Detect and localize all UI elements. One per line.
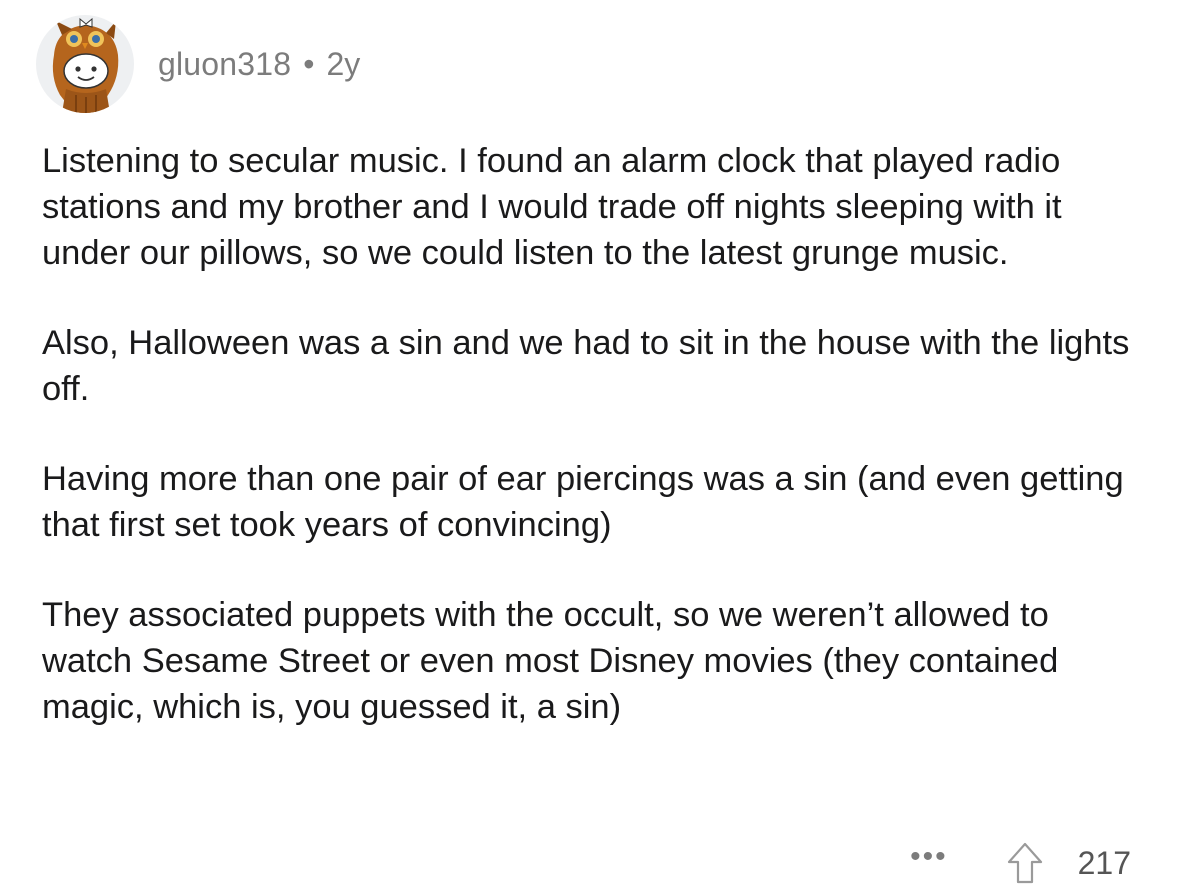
meta-separator: • xyxy=(303,45,315,82)
comment-paragraph: Also, Halloween was a sin and we had to … xyxy=(42,324,1130,408)
comment-paragraph: Having more than one pair of ear piercin… xyxy=(42,460,1124,544)
owl-costume-snoo-icon xyxy=(52,17,119,113)
comment-actions: ••• 217 xyxy=(910,838,1131,888)
comment-paragraph: They associated puppets with the occult,… xyxy=(42,596,1059,726)
comment-age: 2y xyxy=(326,45,361,82)
upvote-arrow-icon xyxy=(1007,842,1042,884)
comment-body: Listening to secular music. I found an a… xyxy=(42,138,1142,774)
author-username[interactable]: gluon318 xyxy=(158,46,291,83)
vote-score: 217 xyxy=(1077,844,1131,881)
more-options-button[interactable]: ••• xyxy=(910,842,948,872)
comment-header: gluon318 • 2y xyxy=(36,14,360,114)
comment-paragraph: Listening to secular music. I found an a… xyxy=(42,142,1062,272)
upvote-button[interactable] xyxy=(1006,841,1044,885)
avatar[interactable] xyxy=(36,15,134,113)
